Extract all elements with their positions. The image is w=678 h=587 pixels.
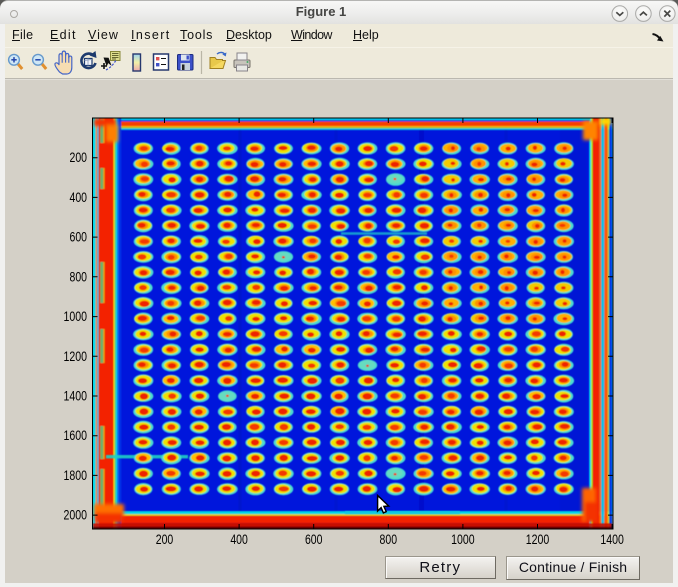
svg-text:200: 200 <box>70 149 88 165</box>
svg-text:1600: 1600 <box>64 427 88 443</box>
svg-text:400: 400 <box>230 531 248 547</box>
svg-text:600: 600 <box>70 229 88 245</box>
svg-text:1400: 1400 <box>600 531 624 547</box>
svg-text:1800: 1800 <box>64 467 88 483</box>
svg-text:800: 800 <box>70 268 88 284</box>
svg-text:600: 600 <box>305 531 323 547</box>
svg-text:400: 400 <box>70 189 88 205</box>
svg-text:2000: 2000 <box>64 507 88 523</box>
svg-text:200: 200 <box>156 531 174 547</box>
svg-text:1200: 1200 <box>526 531 550 547</box>
svg-text:1000: 1000 <box>64 308 88 324</box>
svg-text:1200: 1200 <box>64 348 88 364</box>
svg-text:800: 800 <box>380 531 398 547</box>
svg-text:1000: 1000 <box>451 531 475 547</box>
svg-text:1400: 1400 <box>64 388 88 404</box>
